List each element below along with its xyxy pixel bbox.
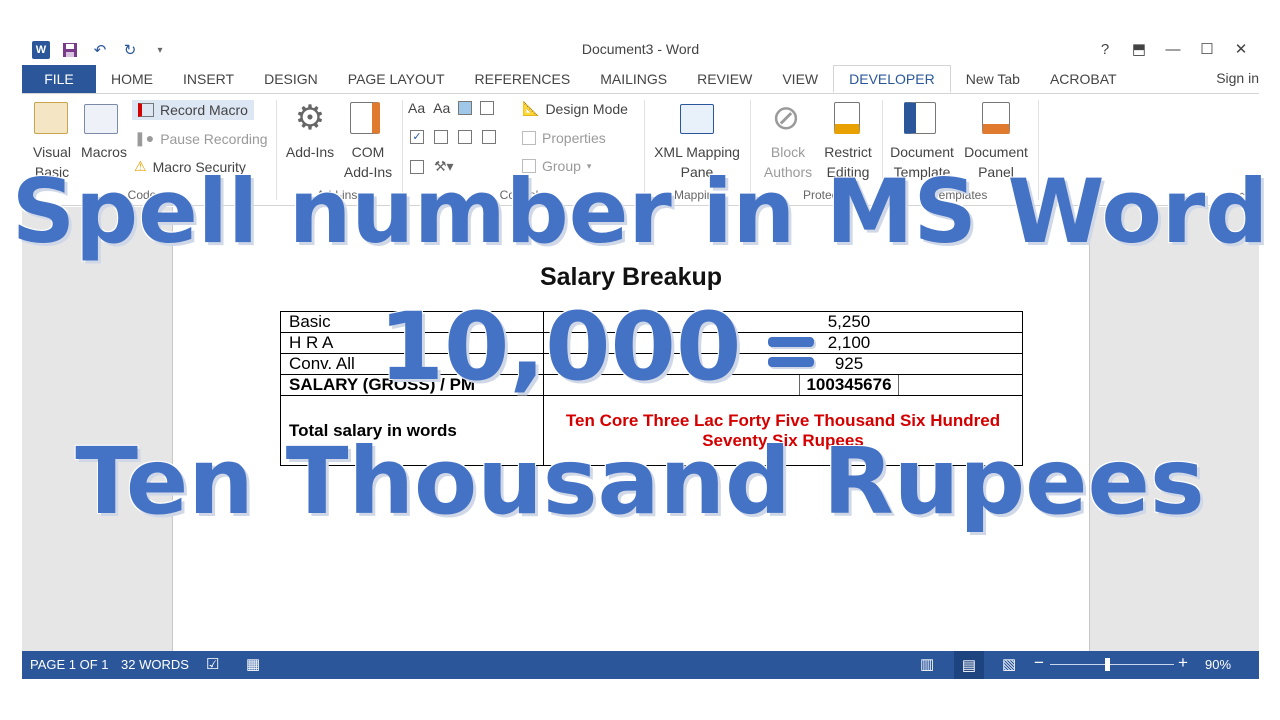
zoom-slider[interactable] (1050, 664, 1174, 665)
window-controls: ? ⬒ — ☐ ✕ (1095, 38, 1251, 60)
plain-text-control-icon[interactable]: Aa (433, 100, 450, 116)
overlay-equals-bar-bottom (768, 357, 814, 367)
visual-basic-icon (34, 102, 68, 134)
com-add-ins-icon (350, 102, 380, 134)
overlay-equals-bar-top (768, 337, 814, 347)
tab-page-layout[interactable]: PAGE LAYOUT (333, 65, 460, 93)
document-template-label-1: Document (890, 144, 954, 160)
word-count[interactable]: 32 WORDS (121, 657, 189, 672)
visual-basic-label-1: Visual (33, 144, 71, 160)
zoom-level[interactable]: 90% (1205, 657, 1231, 672)
tab-references[interactable]: REFERENCES (460, 65, 586, 93)
window-title: Document3 - Word (581, 41, 700, 57)
title-bar: W ↶ ↻ ▾ Document3 - Word ? ⬒ — ☐ ✕ (22, 38, 1259, 62)
record-macro-icon (138, 103, 154, 117)
block-authors-label-1: Block (770, 144, 806, 160)
read-mode-icon[interactable]: ▥ (920, 655, 934, 673)
document-heading: Salary Breakup (539, 263, 723, 291)
minimize-button[interactable]: — (1163, 41, 1183, 58)
lock-icon (834, 102, 860, 134)
proofing-icon[interactable]: ☑ (206, 655, 219, 673)
pause-icon: ❚● (134, 130, 155, 146)
properties-button[interactable]: Properties (522, 130, 606, 146)
design-mode-button[interactable]: 📐 Design Mode (522, 100, 628, 117)
design-mode-icon: 📐 (522, 100, 540, 116)
record-macro-label: Record Macro (160, 102, 248, 118)
print-layout-icon[interactable]: ▤ (954, 651, 984, 679)
pause-recording-label: Pause Recording (160, 130, 268, 147)
tab-home[interactable]: HOME (96, 65, 168, 93)
ribbon-tabs: FILE HOME INSERT DESIGN PAGE LAYOUT REFE… (22, 65, 1259, 93)
gear-icon: ⚙ (294, 99, 326, 137)
document-panel-label-1: Document (964, 144, 1028, 160)
tab-mailings[interactable]: MAILINGS (585, 65, 682, 93)
content-controls-row-2: ✓ (410, 130, 496, 144)
ribbon-display-options-icon[interactable]: ⬒ (1129, 40, 1149, 58)
macros-label: Macros (81, 144, 127, 160)
tab-view[interactable]: VIEW (767, 65, 833, 93)
tab-design[interactable]: DESIGN (249, 65, 333, 93)
tab-review[interactable]: REVIEW (682, 65, 767, 93)
zoom-slider-thumb[interactable] (1105, 658, 1110, 671)
page-count[interactable]: PAGE 1 OF 1 (30, 657, 109, 672)
tab-insert[interactable]: INSERT (168, 65, 249, 93)
tab-file[interactable]: FILE (22, 65, 96, 93)
document-panel-icon (982, 102, 1010, 134)
drop-down-control-icon[interactable] (458, 130, 472, 144)
xml-mapping-label-1: XML Mapping (654, 144, 740, 160)
macro-recording-icon[interactable]: ▦ (246, 655, 260, 673)
maximize-button[interactable]: ☐ (1197, 40, 1217, 58)
picture-control-icon[interactable] (458, 101, 473, 115)
zoom-in-icon[interactable]: + (1178, 653, 1188, 673)
content-controls-row-1: Aa Aa (408, 100, 495, 116)
block-authors-icon: ⊘ (771, 99, 801, 137)
close-button[interactable]: ✕ (1231, 40, 1251, 58)
document-template-icon (904, 102, 936, 134)
web-layout-icon[interactable]: ▧ (1002, 655, 1016, 673)
tab-new-tab[interactable]: New Tab (951, 65, 1035, 93)
properties-label: Properties (542, 130, 606, 146)
combo-box-control-icon[interactable] (434, 130, 448, 144)
overlay-result: Ten Thousand Rupees (75, 428, 1205, 535)
checkbox-control-icon[interactable]: ✓ (410, 130, 424, 144)
rich-text-control-icon[interactable]: Aa (408, 100, 425, 116)
date-picker-control-icon[interactable] (482, 130, 496, 144)
overlay-number: 10,000 (378, 293, 742, 402)
design-mode-label: Design Mode (545, 100, 628, 117)
status-bar: PAGE 1 OF 1 32 WORDS ☑ ▦ ▥ ▤ ▧ − + 90% (22, 651, 1259, 679)
com-add-ins-label-1: COM (351, 144, 385, 160)
building-block-control-icon[interactable] (480, 101, 495, 115)
tab-acrobat[interactable]: ACROBAT (1035, 65, 1132, 93)
xml-mapping-icon (680, 104, 714, 134)
pause-recording-button[interactable]: ❚● Pause Recording (134, 130, 268, 147)
zoom-out-icon[interactable]: − (1034, 653, 1044, 673)
macros-icon (84, 104, 118, 134)
properties-icon (522, 131, 536, 145)
overlay-title: Spell number in MS Word (11, 160, 1269, 263)
sign-in-link[interactable]: Sign in (1216, 70, 1259, 86)
restrict-editing-label-1: Restrict (824, 144, 872, 160)
help-icon[interactable]: ? (1095, 41, 1115, 58)
tab-developer[interactable]: DEVELOPER (833, 65, 951, 93)
add-ins-label: Add-Ins (285, 144, 335, 160)
record-macro-button[interactable]: Record Macro (132, 100, 254, 120)
